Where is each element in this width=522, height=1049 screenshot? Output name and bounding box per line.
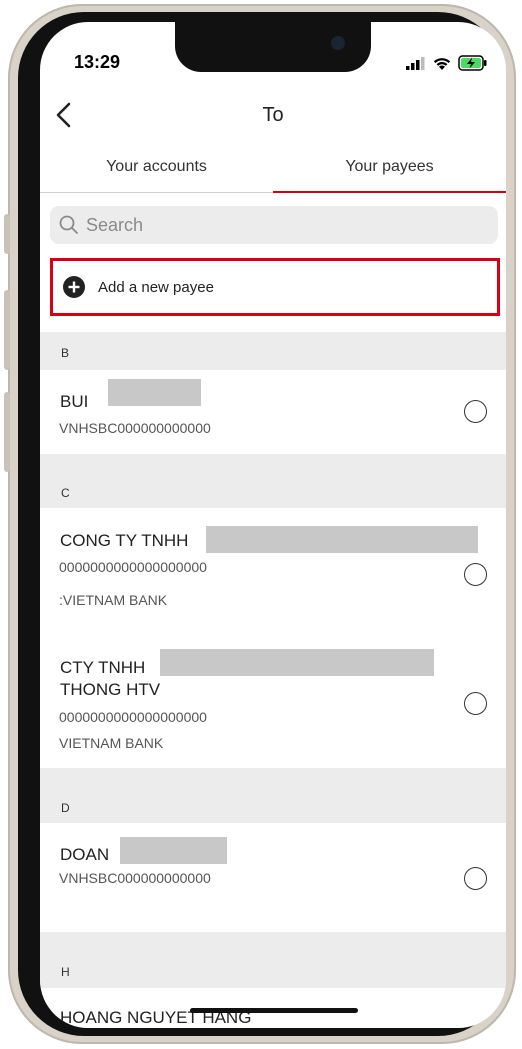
add-new-payee-label: Add a new payee — [98, 278, 214, 296]
payee-account: VNHSBC000000000000 — [59, 420, 211, 436]
payee-name: BUI — [60, 392, 89, 411]
mute-switch — [4, 214, 10, 254]
payee-radio[interactable] — [464, 692, 487, 715]
redacted-block — [120, 837, 227, 864]
payee-account: VNHSBC000000000000 — [59, 870, 211, 886]
payee-name: CTY TNHH — [60, 658, 146, 677]
section-letter: B — [61, 346, 70, 360]
payee-account: 0000000000000000000 — [59, 559, 207, 575]
section-header-d: D — [40, 768, 506, 823]
payee-bank: :VIETNAM BANK — [59, 592, 168, 608]
volume-up-button — [4, 290, 10, 370]
payee-radio[interactable] — [464, 400, 487, 423]
section-letter: D — [61, 801, 70, 815]
status-time: 13:29 — [74, 52, 121, 72]
search-input[interactable]: Search — [50, 206, 498, 244]
wifi-icon — [433, 57, 451, 70]
status-icons — [406, 54, 488, 72]
redacted-block — [160, 649, 434, 676]
tab-bar: Your accounts Your payees — [40, 150, 506, 193]
section-letter: H — [61, 965, 70, 979]
payee-radio[interactable] — [464, 563, 487, 586]
payee-radio[interactable] — [464, 867, 487, 890]
payee-name: CONG TY TNHH — [60, 531, 189, 550]
section-header-c: C — [40, 454, 506, 508]
battery-charging-icon — [458, 55, 487, 71]
search-placeholder: Search — [86, 214, 144, 235]
home-indicator[interactable] — [190, 1008, 358, 1013]
volume-down-button — [4, 392, 10, 472]
redacted-block — [108, 379, 201, 406]
notch — [175, 22, 371, 72]
tab-your-accounts[interactable]: Your accounts — [40, 150, 273, 192]
payee-name: DOAN — [60, 845, 110, 864]
search-icon — [59, 215, 78, 234]
page-title: To — [262, 104, 284, 126]
front-camera — [331, 36, 345, 50]
section-header-h: H — [40, 932, 506, 988]
redacted-block — [206, 526, 478, 553]
tab-your-payees[interactable]: Your payees — [273, 150, 506, 193]
screen: 13:29 To Your accounts Your payees Searc… — [40, 22, 506, 1028]
add-circle-icon — [63, 276, 85, 298]
cellular-signal-icon — [406, 57, 425, 70]
payee-bank: VIETNAM BANK — [59, 735, 164, 751]
add-new-payee-button[interactable]: Add a new payee — [50, 258, 500, 316]
payee-name-line2: THONG HTV — [60, 680, 161, 699]
payee-account: 0000000000000000000 — [59, 709, 207, 725]
section-letter: C — [61, 486, 70, 500]
section-header-b: B — [40, 332, 506, 370]
